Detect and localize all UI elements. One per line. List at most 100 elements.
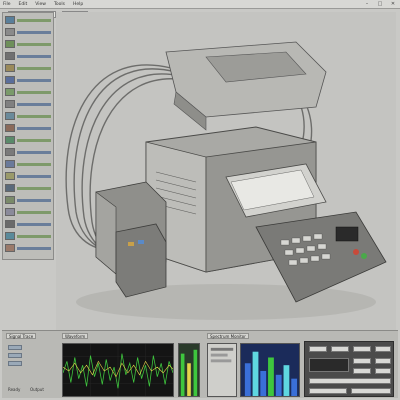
console-key[interactable]	[375, 358, 391, 364]
machine-body	[145, 126, 387, 303]
window-controls: – □ ✕	[363, 1, 397, 8]
thumbnail	[5, 184, 15, 192]
property-bar	[17, 150, 51, 154]
indicator-light	[353, 249, 359, 255]
property-bar	[17, 246, 51, 250]
sidebar-item[interactable]	[5, 219, 51, 229]
console-key[interactable]	[353, 346, 371, 352]
sidebar-item[interactable]	[5, 39, 51, 49]
waveform-scope[interactable]	[62, 343, 174, 397]
spectrum-scope[interactable]	[240, 343, 300, 397]
property-bar	[17, 126, 51, 130]
property-bar	[17, 210, 51, 214]
info-card	[207, 343, 237, 397]
property-bar	[17, 78, 51, 82]
thumbnail	[5, 64, 15, 72]
sidebar-item[interactable]	[5, 87, 51, 97]
close-icon[interactable]: ✕	[389, 1, 397, 8]
thumbnail	[5, 244, 15, 252]
thumbnail	[5, 136, 15, 144]
upper-assembly	[165, 41, 327, 131]
thumbnail	[5, 160, 15, 168]
thumbnail	[5, 148, 15, 156]
sidebar-item[interactable]	[5, 159, 51, 169]
instrument-panel: Signal Trace Waveform Spectrum Monitor R…	[2, 330, 398, 398]
thumbnail	[5, 76, 15, 84]
property-bar	[17, 234, 51, 238]
sidebar-item[interactable]	[5, 135, 51, 145]
sidebar-item[interactable]	[5, 183, 51, 193]
console-slider[interactable]	[309, 378, 391, 384]
sidebar-item[interactable]	[5, 147, 51, 157]
menu-edit[interactable]: Edit	[19, 2, 28, 7]
property-bar	[17, 66, 51, 70]
console-key[interactable]	[353, 358, 371, 364]
property-bar	[17, 102, 51, 106]
sidebar-item[interactable]	[5, 171, 51, 181]
sidebar-item[interactable]	[5, 243, 51, 253]
thumbnail	[5, 16, 15, 24]
sidebar-item[interactable]	[5, 51, 51, 61]
console-key[interactable]	[375, 368, 391, 374]
control-console	[304, 341, 394, 397]
property-bar	[17, 138, 51, 142]
sidebar-item[interactable]	[5, 15, 51, 25]
status-ready: Ready	[8, 387, 21, 392]
property-bar	[17, 114, 51, 118]
sidebar-item[interactable]	[5, 231, 51, 241]
sidebar-item[interactable]	[5, 99, 51, 109]
thumbnail	[5, 208, 15, 216]
maximize-icon[interactable]: □	[376, 1, 384, 8]
property-bar	[17, 198, 51, 202]
menu-view[interactable]: View	[35, 2, 46, 7]
property-bar	[17, 54, 51, 58]
channel-button[interactable]	[8, 345, 22, 350]
console-key[interactable]	[309, 346, 327, 352]
thumbnail	[5, 232, 15, 240]
console-key[interactable]	[331, 346, 349, 352]
panel-title-waveform: Waveform	[62, 333, 89, 339]
property-bar	[17, 162, 51, 166]
property-bar	[17, 42, 51, 46]
sidebar-item[interactable]	[5, 63, 51, 73]
thumbnail	[5, 100, 15, 108]
menu-help[interactable]: Help	[73, 2, 83, 7]
menu-bar: File Edit View Tools Help – □ ✕	[0, 0, 400, 9]
property-bar	[17, 174, 51, 178]
thumbnail	[5, 52, 15, 60]
property-bar	[17, 186, 51, 190]
asset-sidebar	[2, 12, 54, 260]
status-output: Output	[30, 387, 44, 392]
property-bar	[17, 18, 51, 22]
sidebar-item[interactable]	[5, 111, 51, 121]
aux-units	[95, 181, 167, 298]
thumbnail	[5, 28, 15, 36]
channel-button[interactable]	[8, 353, 22, 358]
console-key[interactable]	[351, 388, 391, 394]
menu-file[interactable]: File	[3, 2, 11, 7]
thumbnail	[5, 196, 15, 204]
property-bar	[17, 222, 51, 226]
lcd-display	[335, 226, 359, 242]
thumbnail	[5, 220, 15, 228]
thumbnail	[5, 88, 15, 96]
console-key[interactable]	[309, 388, 347, 394]
sidebar-item[interactable]	[5, 207, 51, 217]
property-bar	[17, 30, 51, 34]
console-display	[309, 358, 349, 372]
channel-button[interactable]	[8, 361, 22, 366]
panel-title-spectrum: Spectrum Monitor	[207, 333, 249, 339]
menu-tools[interactable]: Tools	[54, 2, 65, 7]
minimize-icon[interactable]: –	[363, 1, 371, 8]
sidebar-item[interactable]	[5, 27, 51, 37]
console-key[interactable]	[353, 368, 371, 374]
sidebar-item[interactable]	[5, 123, 51, 133]
3d-viewport[interactable]	[56, 12, 396, 330]
level-meter	[178, 343, 200, 397]
panel-title-signal: Signal Trace	[6, 333, 37, 339]
sidebar-item[interactable]	[5, 75, 51, 85]
console-key[interactable]	[375, 346, 391, 352]
thumbnail	[5, 124, 15, 132]
thumbnail	[5, 112, 15, 120]
sidebar-item[interactable]	[5, 195, 51, 205]
